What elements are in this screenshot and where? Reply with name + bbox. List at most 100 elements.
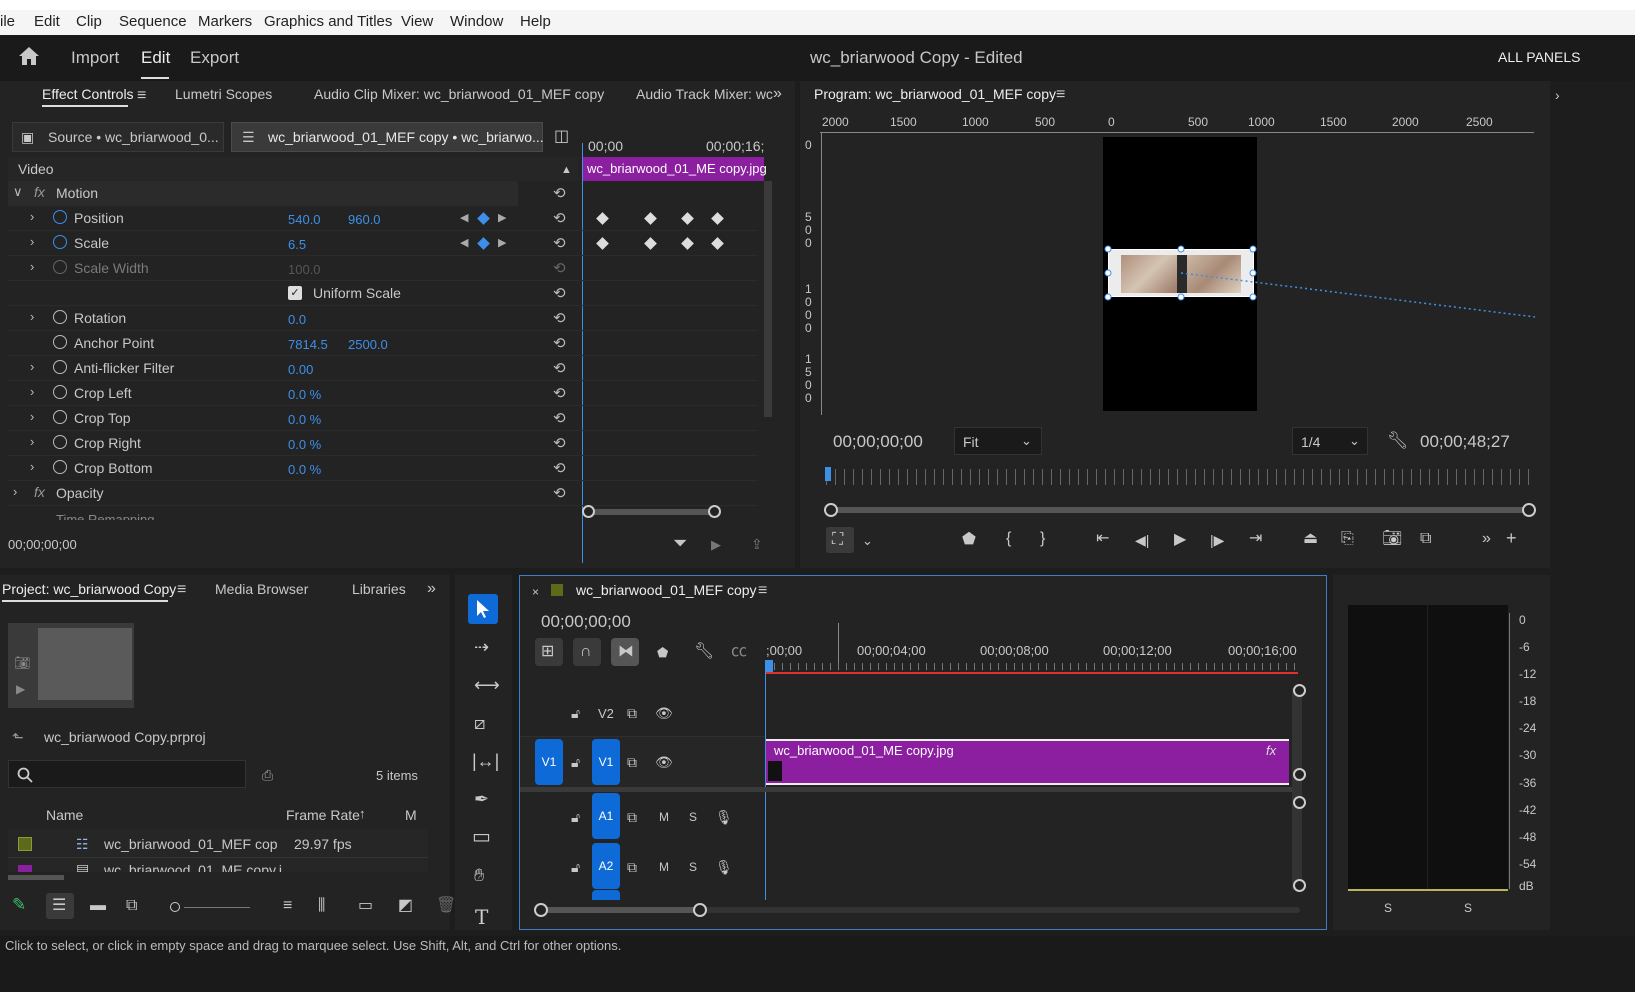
keyframe[interactable]: [681, 212, 694, 225]
eye-icon[interactable]: 👁︎: [655, 754, 673, 770]
mark-out-icon[interactable]: }: [1040, 531, 1045, 547]
comparison-view-icon[interactable]: ⧉: [1420, 531, 1431, 547]
solo-channel-right[interactable]: S: [1464, 901, 1472, 915]
pencil-icon[interactable]: ✎: [12, 896, 26, 913]
insert-nest-button[interactable]: ⊞: [535, 638, 563, 666]
zoom-handle-right[interactable]: [1522, 503, 1536, 517]
automate-to-sequence-icon[interactable]: ⫼: [318, 898, 325, 914]
anchor-x-value[interactable]: 7814.5: [288, 337, 328, 352]
tab-project[interactable]: Project: wc_briarwood Copy: [2, 581, 176, 597]
reset-icon[interactable]: ⟲: [553, 284, 566, 302]
camera-icon[interactable]: 📷︎: [14, 655, 31, 671]
tab-effect-controls[interactable]: Effect Controls: [42, 86, 134, 102]
reset-icon[interactable]: ⟲: [553, 359, 566, 377]
ec-timecode[interactable]: 00;00;00;00: [8, 537, 77, 552]
lock-icon[interactable]: 🔓︎: [571, 705, 580, 721]
track-target-a3[interactable]: [592, 890, 620, 900]
clip-selector[interactable]: ☰ wc_briarwood_01_MEF copy • wc_briarwo.…: [231, 122, 544, 152]
wrench-icon[interactable]: 🔧︎: [1387, 432, 1409, 449]
next-keyframe-icon[interactable]: ▶: [498, 211, 506, 224]
collapse-up-icon[interactable]: ▲: [561, 162, 572, 178]
chevron-right-icon[interactable]: ›: [30, 209, 34, 224]
menu-icon[interactable]: ≡: [177, 582, 186, 598]
crop-left-value[interactable]: 0.0 %: [288, 387, 321, 402]
column-frame-rate[interactable]: Frame Rate: [286, 807, 360, 823]
position-x-value[interactable]: 540.0: [288, 212, 321, 227]
captions-icon[interactable]: ㏄: [731, 644, 747, 660]
timeline-clip[interactable]: wc_briarwood_01_ME copy.jpg fx: [766, 739, 1289, 785]
chevron-right-icon[interactable]: ›: [30, 359, 34, 374]
timeline-playhead-handle[interactable]: [765, 660, 773, 672]
column-name[interactable]: Name: [46, 807, 83, 823]
ec-clip-bar[interactable]: wc_briarwood_01_ME copy.jpg: [582, 157, 767, 181]
reset-icon[interactable]: ⟲: [553, 234, 566, 252]
tab-libraries[interactable]: Libraries: [352, 581, 406, 597]
keyframe[interactable]: [644, 237, 657, 250]
snap-button[interactable]: ∩: [573, 638, 601, 666]
ripple-edit-icon[interactable]: ⟷: [474, 676, 500, 694]
step-back-icon[interactable]: ◀|: [1135, 532, 1149, 548]
stopwatch-icon[interactable]: [53, 360, 67, 374]
project-search-input[interactable]: [8, 760, 246, 788]
list-item[interactable]: ☷ wc_briarwood_01_MEF cop 29.97 fps: [8, 830, 428, 858]
solo-button[interactable]: S: [689, 810, 697, 824]
find-icon[interactable]: ▭: [358, 898, 373, 914]
ec-zoom-scrollbar[interactable]: [588, 509, 716, 515]
lock-icon[interactable]: 🔓︎: [571, 859, 580, 875]
stopwatch-icon[interactable]: [53, 410, 67, 424]
wrench-icon[interactable]: 🔧︎: [694, 644, 714, 660]
position-y-value[interactable]: 960.0: [348, 212, 381, 227]
menu-icon[interactable]: ≡: [137, 88, 146, 104]
source-tab[interactable]: ▣ Source • wc_briarwood_0...: [12, 122, 224, 152]
tab-lumetri-scopes[interactable]: Lumetri Scopes: [175, 86, 272, 102]
add-keyframe-icon[interactable]: [477, 212, 490, 225]
lock-icon[interactable]: 🔓︎: [571, 809, 580, 825]
timeline-timecode[interactable]: 00;00;00;00: [541, 612, 631, 632]
timeline-v-scrollbar[interactable]: [1292, 688, 1302, 890]
mark-in-icon[interactable]: {: [1006, 531, 1011, 547]
menu-icon[interactable]: ≡: [1056, 87, 1065, 103]
toggle-timeline-icon[interactable]: ◫: [554, 129, 569, 145]
stopwatch-icon[interactable]: [53, 310, 67, 324]
play-icon[interactable]: ▶: [1174, 532, 1186, 548]
chevron-right-icon[interactable]: ›: [30, 434, 34, 449]
track-label[interactable]: V2: [598, 706, 614, 721]
sync-lock-icon[interactable]: ⧉: [627, 859, 637, 875]
reset-icon[interactable]: ⟲: [553, 334, 566, 352]
go-to-in-icon[interactable]: ⇤: [1096, 531, 1109, 547]
tab-audio-track-mixer[interactable]: Audio Track Mixer: wc: [636, 86, 773, 102]
list-view-button[interactable]: ☰: [46, 893, 74, 919]
chevron-right-icon[interactable]: ›: [30, 409, 34, 424]
a-scroll-handle-top[interactable]: [1293, 796, 1306, 809]
keyframe[interactable]: [711, 212, 724, 225]
menu-icon[interactable]: ≡: [758, 583, 767, 599]
selection-tool-button[interactable]: [468, 594, 498, 624]
chevron-right-icon[interactable]: ›: [30, 234, 34, 249]
tab-media-browser[interactable]: Media Browser: [215, 581, 308, 597]
keyframe[interactable]: [711, 237, 724, 250]
reset-icon[interactable]: ⟲: [553, 409, 566, 427]
lift-icon[interactable]: ⏏: [1303, 531, 1318, 547]
program-time-ruler[interactable]: [826, 469, 1536, 485]
track-target-a1[interactable]: A1: [592, 793, 620, 839]
keyframe[interactable]: [681, 237, 694, 250]
overflow-chevron-icon[interactable]: »: [773, 86, 782, 102]
track-select-icon[interactable]: ⇢: [474, 638, 489, 656]
new-bin-icon[interactable]: ◩: [398, 898, 413, 914]
add-marker-icon[interactable]: ⬟: [962, 532, 976, 548]
microphone-icon[interactable]: 🎙︎: [715, 809, 733, 825]
track-target-v1[interactable]: V1: [592, 739, 620, 785]
zoom-slider-track[interactable]: [184, 907, 250, 908]
solo-button[interactable]: S: [689, 860, 697, 874]
motion-row[interactable]: ∨ fx Motion: [8, 181, 518, 206]
ec-zoom-handle-left[interactable]: [582, 505, 595, 518]
pen-icon[interactable]: ✒: [474, 790, 489, 808]
icon-view-icon[interactable]: ▬: [90, 898, 106, 914]
step-forward-icon[interactable]: |▶: [1210, 532, 1224, 548]
stopwatch-icon[interactable]: [53, 235, 67, 249]
fit-dropdown[interactable]: Fit ⌄: [954, 427, 1042, 455]
stopwatch-icon[interactable]: [53, 210, 67, 224]
linked-selection-button[interactable]: ⧓: [611, 638, 639, 666]
stopwatch-icon[interactable]: [53, 460, 67, 474]
all-panels-button[interactable]: ALL PANELS: [1498, 49, 1581, 65]
